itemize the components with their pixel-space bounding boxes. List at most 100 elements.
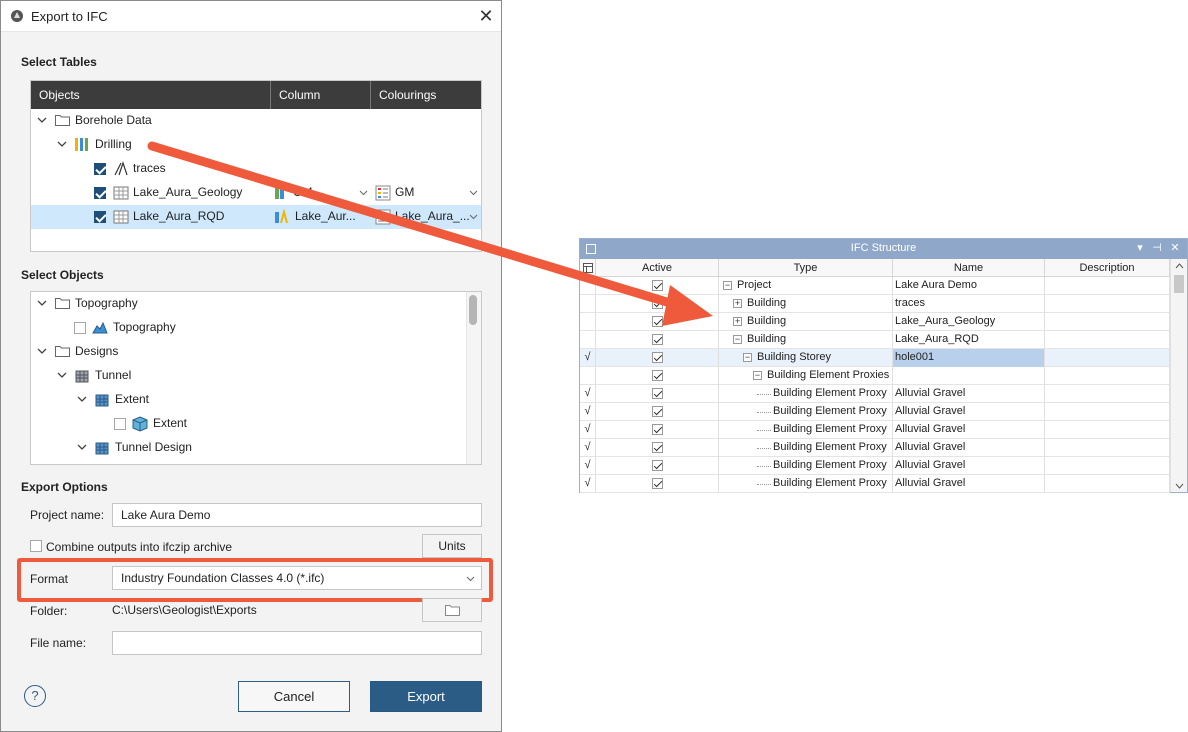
- collapse-icon[interactable]: −: [723, 281, 732, 290]
- name-cell[interactable]: traces: [893, 295, 1045, 313]
- tree-row-topography-folder[interactable]: Topography: [31, 292, 481, 316]
- description-cell[interactable]: [1045, 385, 1170, 403]
- ifc-scroll-thumb[interactable]: [1174, 275, 1184, 293]
- column-header-type[interactable]: Type: [719, 259, 893, 277]
- browse-folder-button[interactable]: [422, 598, 482, 622]
- cancel-button[interactable]: Cancel: [238, 681, 350, 712]
- chevron-down-icon[interactable]: [36, 114, 48, 126]
- collapse-icon[interactable]: −: [753, 371, 762, 380]
- export-button[interactable]: Export: [370, 681, 482, 712]
- expand-icon[interactable]: +: [733, 299, 742, 308]
- ifc-row[interactable]: − Building Lake_Aura_RQD: [580, 331, 1170, 349]
- ifc-row[interactable]: √ Building Element Proxy Alluvial Gravel: [580, 457, 1170, 475]
- close-icon[interactable]: ✕: [477, 7, 495, 25]
- description-cell[interactable]: [1045, 277, 1170, 295]
- active-checkbox[interactable]: [652, 370, 663, 381]
- description-cell[interactable]: [1045, 331, 1170, 349]
- column-value[interactable]: Lake_Aur...: [295, 209, 356, 223]
- name-cell[interactable]: Alluvial Gravel: [893, 403, 1045, 421]
- scroll-up-icon[interactable]: [1175, 263, 1184, 269]
- collapse-icon[interactable]: −: [743, 353, 752, 362]
- active-checkbox[interactable]: [652, 298, 663, 309]
- tree-row-extent[interactable]: Extent: [31, 388, 481, 412]
- tree-row-lake-aura-rqd[interactable]: Lake_Aura_RQD Lake_Aur... Lake_Aura_...: [31, 205, 481, 229]
- ifc-scrollbar[interactable]: [1170, 259, 1187, 492]
- extent-checkbox[interactable]: [114, 418, 126, 430]
- active-checkbox[interactable]: [652, 478, 663, 489]
- active-checkbox[interactable]: [652, 460, 663, 471]
- ifc-row[interactable]: + Building Lake_Aura_Geology: [580, 313, 1170, 331]
- chevron-down-icon[interactable]: [469, 212, 478, 221]
- collapse-icon[interactable]: −: [733, 335, 742, 344]
- active-checkbox[interactable]: [652, 280, 663, 291]
- tree-row-traces[interactable]: traces: [31, 157, 481, 181]
- ifc-row[interactable]: √ Building Element Proxy Alluvial Gravel: [580, 403, 1170, 421]
- chevron-down-icon[interactable]: [56, 138, 68, 150]
- pin-icon[interactable]: ⊣: [1150, 241, 1164, 254]
- dropdown-icon[interactable]: ▾: [1133, 241, 1147, 254]
- traces-checkbox[interactable]: [94, 163, 106, 175]
- name-cell[interactable]: Lake_Aura_Geology: [893, 313, 1045, 331]
- ifc-row[interactable]: − Project Lake Aura Demo: [580, 277, 1170, 295]
- ifc-row[interactable]: √ Building Element Proxy Alluvial Gravel: [580, 421, 1170, 439]
- name-cell[interactable]: Alluvial Gravel: [893, 385, 1045, 403]
- ifc-row[interactable]: √ Building Element Proxy Alluvial Gravel: [580, 475, 1170, 493]
- active-checkbox[interactable]: [652, 406, 663, 417]
- active-checkbox[interactable]: [652, 352, 663, 363]
- name-cell[interactable]: Alluvial Gravel: [893, 475, 1045, 493]
- expand-icon[interactable]: +: [733, 317, 742, 326]
- scroll-down-icon[interactable]: [1175, 483, 1184, 489]
- description-cell[interactable]: [1045, 349, 1170, 367]
- ifc-row[interactable]: − Building Element Proxies: [580, 367, 1170, 385]
- ifc-row[interactable]: √ Building Element Proxy Alluvial Gravel: [580, 439, 1170, 457]
- column-header-description[interactable]: Description: [1045, 259, 1170, 277]
- name-cell[interactable]: hole001: [893, 349, 1045, 367]
- help-button[interactable]: ?: [24, 685, 46, 707]
- tree-row-topography-surface[interactable]: Topography: [31, 316, 481, 340]
- chevron-down-icon[interactable]: [359, 188, 368, 197]
- column-header-colourings[interactable]: Colourings: [371, 81, 481, 109]
- file-name-input[interactable]: [112, 631, 482, 655]
- column-header-name[interactable]: Name: [893, 259, 1045, 277]
- active-checkbox[interactable]: [652, 316, 663, 327]
- active-checkbox[interactable]: [652, 334, 663, 345]
- chevron-down-icon[interactable]: [76, 393, 88, 405]
- units-button[interactable]: Units: [422, 534, 482, 558]
- column-chooser-icon[interactable]: [580, 259, 596, 277]
- name-cell[interactable]: Lake_Aura_RQD: [893, 331, 1045, 349]
- colouring-value[interactable]: Lake_Aura_...: [395, 209, 470, 223]
- topography-checkbox[interactable]: [74, 322, 86, 334]
- column-header-active[interactable]: Active: [596, 259, 719, 277]
- tree-row-designs[interactable]: Designs: [31, 340, 481, 364]
- chevron-down-icon[interactable]: [469, 188, 478, 197]
- name-cell[interactable]: Lake Aura Demo: [893, 277, 1045, 295]
- description-cell[interactable]: [1045, 475, 1170, 493]
- tree-row-tunnel[interactable]: Tunnel: [31, 364, 481, 388]
- objects-scroll-thumb[interactable]: [469, 295, 477, 325]
- column-header-objects[interactable]: Objects: [31, 81, 271, 109]
- tree-row-drilling[interactable]: Drilling: [31, 133, 481, 157]
- tree-row-tunnel-design[interactable]: Tunnel Design: [31, 436, 481, 460]
- project-name-input[interactable]: Lake Aura Demo: [112, 503, 482, 527]
- description-cell[interactable]: [1045, 313, 1170, 331]
- column-value[interactable]: GM: [293, 185, 312, 199]
- name-cell[interactable]: Alluvial Gravel: [893, 457, 1045, 475]
- name-cell[interactable]: [893, 367, 1045, 385]
- close-icon[interactable]: ✕: [1168, 241, 1182, 254]
- colouring-value[interactable]: GM: [395, 185, 414, 199]
- tree-row-extent-solid[interactable]: Extent: [31, 412, 481, 436]
- ifc-row[interactable]: √ Building Element Proxy Alluvial Gravel: [580, 385, 1170, 403]
- description-cell[interactable]: [1045, 421, 1170, 439]
- geology-checkbox[interactable]: [94, 187, 106, 199]
- chevron-down-icon[interactable]: [36, 345, 48, 357]
- active-checkbox[interactable]: [652, 442, 663, 453]
- description-cell[interactable]: [1045, 367, 1170, 385]
- tree-row-lake-aura-geology[interactable]: Lake_Aura_Geology GM GM: [31, 181, 481, 205]
- combine-checkbox[interactable]: [30, 540, 42, 552]
- name-cell[interactable]: Alluvial Gravel: [893, 439, 1045, 457]
- tree-row-borehole-data[interactable]: Borehole Data: [31, 109, 481, 133]
- column-header-column[interactable]: Column: [271, 81, 371, 109]
- active-checkbox[interactable]: [652, 424, 663, 435]
- description-cell[interactable]: [1045, 439, 1170, 457]
- chevron-down-icon[interactable]: [76, 441, 88, 453]
